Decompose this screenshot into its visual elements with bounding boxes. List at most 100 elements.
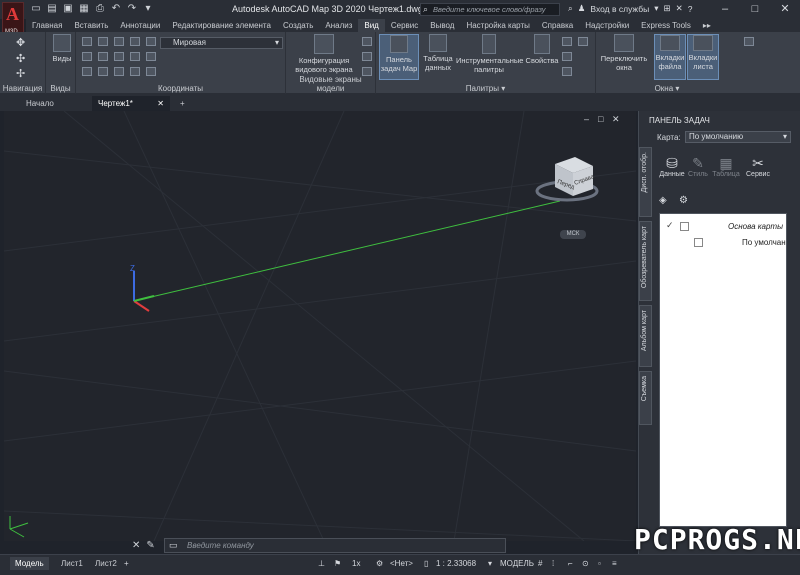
customize-icon[interactable]: ✎ <box>146 540 154 551</box>
close-button[interactable]: ✕ <box>770 0 800 19</box>
undo-icon[interactable]: ↶ <box>110 3 122 15</box>
zoom-extents-icon[interactable]: ✢ <box>16 67 25 80</box>
viewport-maximize-icon[interactable]: □ <box>598 114 603 124</box>
settings-icon[interactable]: ⚙ <box>376 559 383 568</box>
customize-status-icon[interactable]: ≡ <box>612 559 617 568</box>
viewport-named-icon[interactable] <box>362 37 372 46</box>
model-space-toggle[interactable]: МОДЕЛЬ <box>500 559 534 568</box>
viewport-join-icon[interactable] <box>362 52 372 61</box>
ucs-previous-icon[interactable] <box>82 67 92 76</box>
scale-icon[interactable]: ▯ <box>424 559 428 568</box>
signin-link[interactable]: Вход в службы <box>590 4 649 14</box>
search-input[interactable]: ⌕ Введите ключевое слово/фразу <box>420 3 560 16</box>
ucs-origin-icon[interactable] <box>98 37 108 46</box>
ucs-face-icon[interactable] <box>130 52 140 61</box>
cart-icon[interactable]: ⊞ <box>663 3 670 14</box>
add-layout-icon[interactable]: + <box>124 559 129 568</box>
map-task-pane-button[interactable]: Панель задач Map <box>379 34 419 80</box>
tab-create[interactable]: Создать <box>277 19 319 32</box>
tab-insert[interactable]: Вставить <box>68 19 114 32</box>
tab-help[interactable]: Справка <box>536 19 579 32</box>
map-select[interactable]: По умолчанию ▾ <box>685 131 791 143</box>
data-table-button[interactable]: Таблица данных <box>420 34 456 72</box>
annotation-scale-icon[interactable]: ⚑ <box>334 559 341 568</box>
doc-tab-start[interactable]: Начало <box>20 96 90 111</box>
ucs-named-icon[interactable] <box>98 67 108 76</box>
ucs-view-icon[interactable] <box>98 52 108 61</box>
save-as-icon[interactable]: ▦ <box>78 3 90 15</box>
help-icon[interactable]: ? <box>688 4 693 14</box>
tab-addins[interactable]: Надстройки <box>579 19 635 32</box>
crs-value[interactable]: <Нет> <box>390 559 413 568</box>
ribbon-overflow-icon[interactable]: ▸▸ <box>697 19 717 32</box>
tab-express-tools[interactable]: Express Tools <box>635 19 697 32</box>
tab-model[interactable]: Модель <box>10 557 49 570</box>
properties-button[interactable]: Свойства <box>524 34 560 65</box>
file-tabs-button[interactable]: Вкладки файла <box>654 34 686 80</box>
drawing-canvas[interactable]: Z Перед Справа – □ ✕ МСК <box>4 111 636 541</box>
layer-row-base-map[interactable]: Основа карты <box>728 222 783 231</box>
ucs-dropdown[interactable]: Мировая ▾ <box>160 37 283 49</box>
vtab-map-explorer[interactable]: Обозреватель карт <box>639 221 652 301</box>
wcs-menu[interactable]: МСК <box>560 230 586 239</box>
ucs-apply-icon[interactable] <box>114 67 124 76</box>
chevron-down-icon[interactable]: ▾ <box>654 3 658 14</box>
ucs-x-icon[interactable] <box>146 37 156 46</box>
chevron-down-icon[interactable]: ✓ <box>666 220 674 231</box>
tab-output[interactable]: Вывод <box>424 19 460 32</box>
data-tool-button[interactable]: ⛁ Данные <box>659 155 685 178</box>
user-icon[interactable]: ♟ <box>578 3 586 14</box>
group-icon[interactable]: ⚙ <box>679 195 688 206</box>
new-file-icon[interactable]: ▭ <box>30 3 42 15</box>
vtab-survey[interactable]: Съемка <box>639 371 652 425</box>
close-tab-icon[interactable]: ✕ <box>157 96 164 111</box>
redo-icon[interactable]: ↷ <box>126 3 138 15</box>
ucs-object-icon[interactable] <box>114 52 124 61</box>
exchange-icon[interactable]: ✕ <box>676 3 683 14</box>
doc-tab-drawing1[interactable]: Чертеж1* ✕ <box>92 96 170 111</box>
tab-map-setup[interactable]: Настройка карты <box>460 19 535 32</box>
tab-annotate[interactable]: Аннотации <box>114 19 166 32</box>
grid-icon[interactable]: # <box>538 559 542 568</box>
search-icon[interactable]: ⌕ <box>568 3 573 14</box>
tab-view[interactable]: Вид <box>358 19 385 32</box>
polar-icon[interactable]: ⊙ <box>582 559 589 568</box>
layout-tabs-button[interactable]: Вкладки листа <box>687 34 719 80</box>
close-command-icon[interactable]: ✕ <box>132 540 140 551</box>
vtab-map-book[interactable]: Альбом карт <box>639 305 652 367</box>
ucs-z-icon[interactable] <box>146 67 156 76</box>
tab-tools[interactable]: Сервис <box>385 19 424 32</box>
ucs-zaxis-icon[interactable] <box>114 37 124 46</box>
tab-layout2[interactable]: Лист2 <box>90 557 122 570</box>
annotation-scale-value[interactable]: 1x <box>352 559 360 568</box>
switch-windows-button[interactable]: Переключить окна <box>598 34 650 72</box>
tab-edit-feature[interactable]: Редактирование элемента <box>166 19 277 32</box>
command-input[interactable]: ▭ Введите команду <box>164 538 506 553</box>
sheet-set-icon[interactable] <box>562 37 572 46</box>
tool-palettes-button[interactable]: Инструментальные палитры <box>456 34 523 74</box>
tab-home[interactable]: Главная <box>26 19 68 32</box>
design-center-icon[interactable] <box>562 52 572 61</box>
zoom-dropdown-icon[interactable]: ▾ <box>488 559 492 568</box>
qat-dropdown-icon[interactable]: ▾ <box>142 3 154 15</box>
osnap-icon[interactable]: ▫ <box>598 559 601 568</box>
ucs-world-icon[interactable] <box>82 52 92 61</box>
markup-icon[interactable] <box>562 67 572 76</box>
layer-checkbox-1[interactable] <box>694 238 703 247</box>
zoom-scale-value[interactable]: 1 : 2.33068 <box>436 559 476 568</box>
ucs-3point-icon[interactable] <box>130 37 140 46</box>
tab-analyze[interactable]: Анализ <box>319 19 358 32</box>
ui-toggle-icon[interactable] <box>744 37 754 46</box>
minimize-button[interactable]: – <box>710 0 740 19</box>
layer-checkbox-0[interactable] <box>680 222 689 231</box>
ucs-icon[interactable] <box>82 37 92 46</box>
open-folder-icon[interactable]: ▤ <box>46 3 58 15</box>
viewport-config-button[interactable]: Конфигурация видового экрана <box>290 34 358 74</box>
annotation-visibility-icon[interactable]: ⊥ <box>318 559 325 568</box>
ucs-settings-icon[interactable] <box>130 67 140 76</box>
layer-palette-icon[interactable] <box>578 37 588 46</box>
viewport-minimize-icon[interactable]: – <box>584 114 589 124</box>
layer-row-default[interactable]: По умолчан <box>742 238 786 247</box>
orbit-icon[interactable]: ✣ <box>16 52 25 65</box>
layer-icon[interactable]: ◈ <box>659 195 667 206</box>
